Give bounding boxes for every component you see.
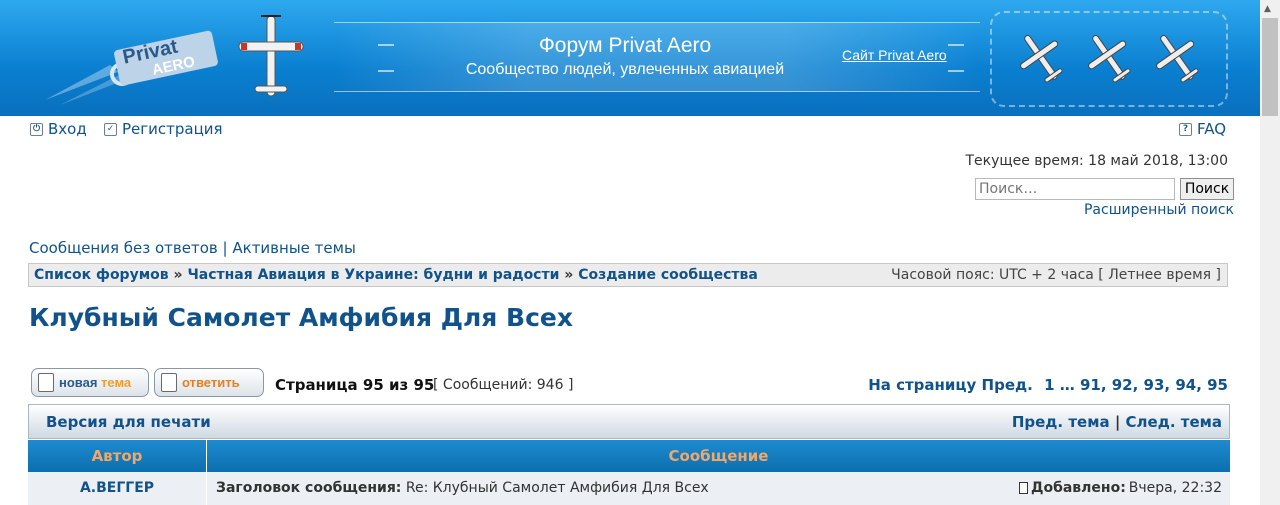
planes-illustration [1020, 35, 1199, 83]
header-dash [378, 44, 394, 46]
register-label: Регистрация [122, 120, 223, 138]
post-count: [ Сообщений: 946 ] [433, 377, 574, 393]
topic-toolbar: Версия для печати Пред. тема | След. тем… [28, 404, 1230, 439]
timezone-info: Часовой пояс: UTC + 2 часа [ Летнее врем… [891, 267, 1221, 283]
reply-button[interactable]: ответить [154, 368, 264, 397]
active-topics-link[interactable]: Активные темы [232, 239, 355, 257]
reply-label: ответить [182, 375, 240, 390]
pagination-prev-link[interactable]: Пред. [982, 376, 1033, 394]
login-icon: ⏻ [30, 122, 43, 136]
header-dash [948, 70, 964, 72]
post-link-icon[interactable] [1018, 482, 1028, 494]
forum-subtitle: Сообщество людей, увлеченных авиацией [465, 61, 785, 78]
post-date-label: Добавлено: [1030, 480, 1126, 496]
search-button[interactable]: Поиск [1180, 178, 1234, 200]
faq-label: FAQ [1197, 120, 1227, 138]
scroll-up-arrow-icon[interactable]: ▲ [1264, 4, 1271, 14]
new-topic-button[interactable]: новая тема [31, 368, 149, 397]
topic-title[interactable]: Клубный Самолет Амфибия Для Всех [29, 303, 573, 332]
header-dash [378, 70, 394, 72]
prev-topic-link[interactable]: Пред. тема [1012, 413, 1110, 431]
airplane-image [238, 15, 304, 97]
planes-box [990, 11, 1228, 107]
breadcrumb-category[interactable]: Частная Авиация в Украине: будни и радос… [187, 267, 559, 283]
breadcrumb-sep: » [173, 267, 183, 283]
breadcrumb: Список форумов » Частная Авиация в Украи… [28, 263, 1228, 287]
quick-links: Сообщения без ответов | Активные темы [29, 239, 356, 257]
search-input[interactable] [975, 178, 1175, 200]
faq-link[interactable]: ? FAQ [1179, 120, 1226, 138]
post-subject-label: Заголовок сообщения: [216, 480, 402, 496]
page-info: Страница 95 из 95 [275, 376, 435, 394]
posts-table-header: Автор Сообщение [28, 440, 1230, 472]
login-link[interactable]: ⏻ Вход [30, 120, 87, 138]
site-link[interactable]: Сайт Privat Aero [842, 47, 947, 63]
quick-links-separator: | [222, 239, 228, 257]
column-author: Автор [28, 440, 207, 472]
forum-title: Форум Privat Aero [538, 34, 712, 57]
table-row: А.ВЕГГЕР Заголовок сообщения: Re: Клубны… [28, 472, 1230, 505]
next-topic-link[interactable]: След. тема [1126, 413, 1222, 431]
forum-header: Privat AERO Форум Privat Aero Сообщество… [0, 0, 1260, 116]
breadcrumb-links: Список форумов » Частная Авиация в Украи… [34, 267, 758, 283]
topic-nav: Пред. тема | След. тема [1012, 413, 1222, 431]
scroll-thumb[interactable] [1262, 18, 1278, 116]
pagination-prefix: На страницу [868, 376, 977, 394]
help-icon: ? [1179, 122, 1192, 136]
topic-nav-separator: | [1114, 413, 1121, 431]
post-subject: Заголовок сообщения: Re: Клубный Самолет… [216, 480, 709, 496]
breadcrumb-sep: » [564, 267, 574, 283]
print-version-link[interactable]: Версия для печати [46, 413, 211, 431]
pagination-pages[interactable]: 1 … 91, 92, 93, 94, 95 [1044, 376, 1228, 394]
current-time: Текущее время: 18 май 2018, 13:00 [965, 153, 1229, 169]
post-author-link[interactable]: А.ВЕГГЕР [28, 472, 207, 505]
header-dash [948, 44, 964, 46]
unanswered-posts-link[interactable]: Сообщения без ответов [29, 239, 218, 257]
advanced-search-link[interactable]: Расширенный поиск [1084, 202, 1234, 218]
pagination: На страницу Пред. 1 … 91, 92, 93, 94, 95 [868, 376, 1228, 394]
column-message: Сообщение [668, 447, 769, 465]
post-date: Добавлено: Вчера, 22:32 [1018, 480, 1222, 496]
privat-aero-logo[interactable]: Privat AERO [40, 10, 230, 110]
post-subject-text: Re: Клубный Самолет Амфибия Для Всех [405, 480, 709, 496]
checkbox-icon: ✓ [104, 122, 117, 136]
post-date-value: Вчера, 22:32 [1128, 480, 1222, 496]
register-link[interactable]: ✓ Регистрация [104, 120, 223, 138]
reply-doc-icon [161, 373, 177, 392]
login-label: Вход [48, 120, 87, 138]
new-topic-doc-icon [38, 373, 54, 392]
breadcrumb-subforum[interactable]: Создание сообщества [578, 267, 758, 283]
new-topic-label: новая тема [59, 375, 132, 390]
breadcrumb-forum-index[interactable]: Список форумов [34, 267, 169, 283]
